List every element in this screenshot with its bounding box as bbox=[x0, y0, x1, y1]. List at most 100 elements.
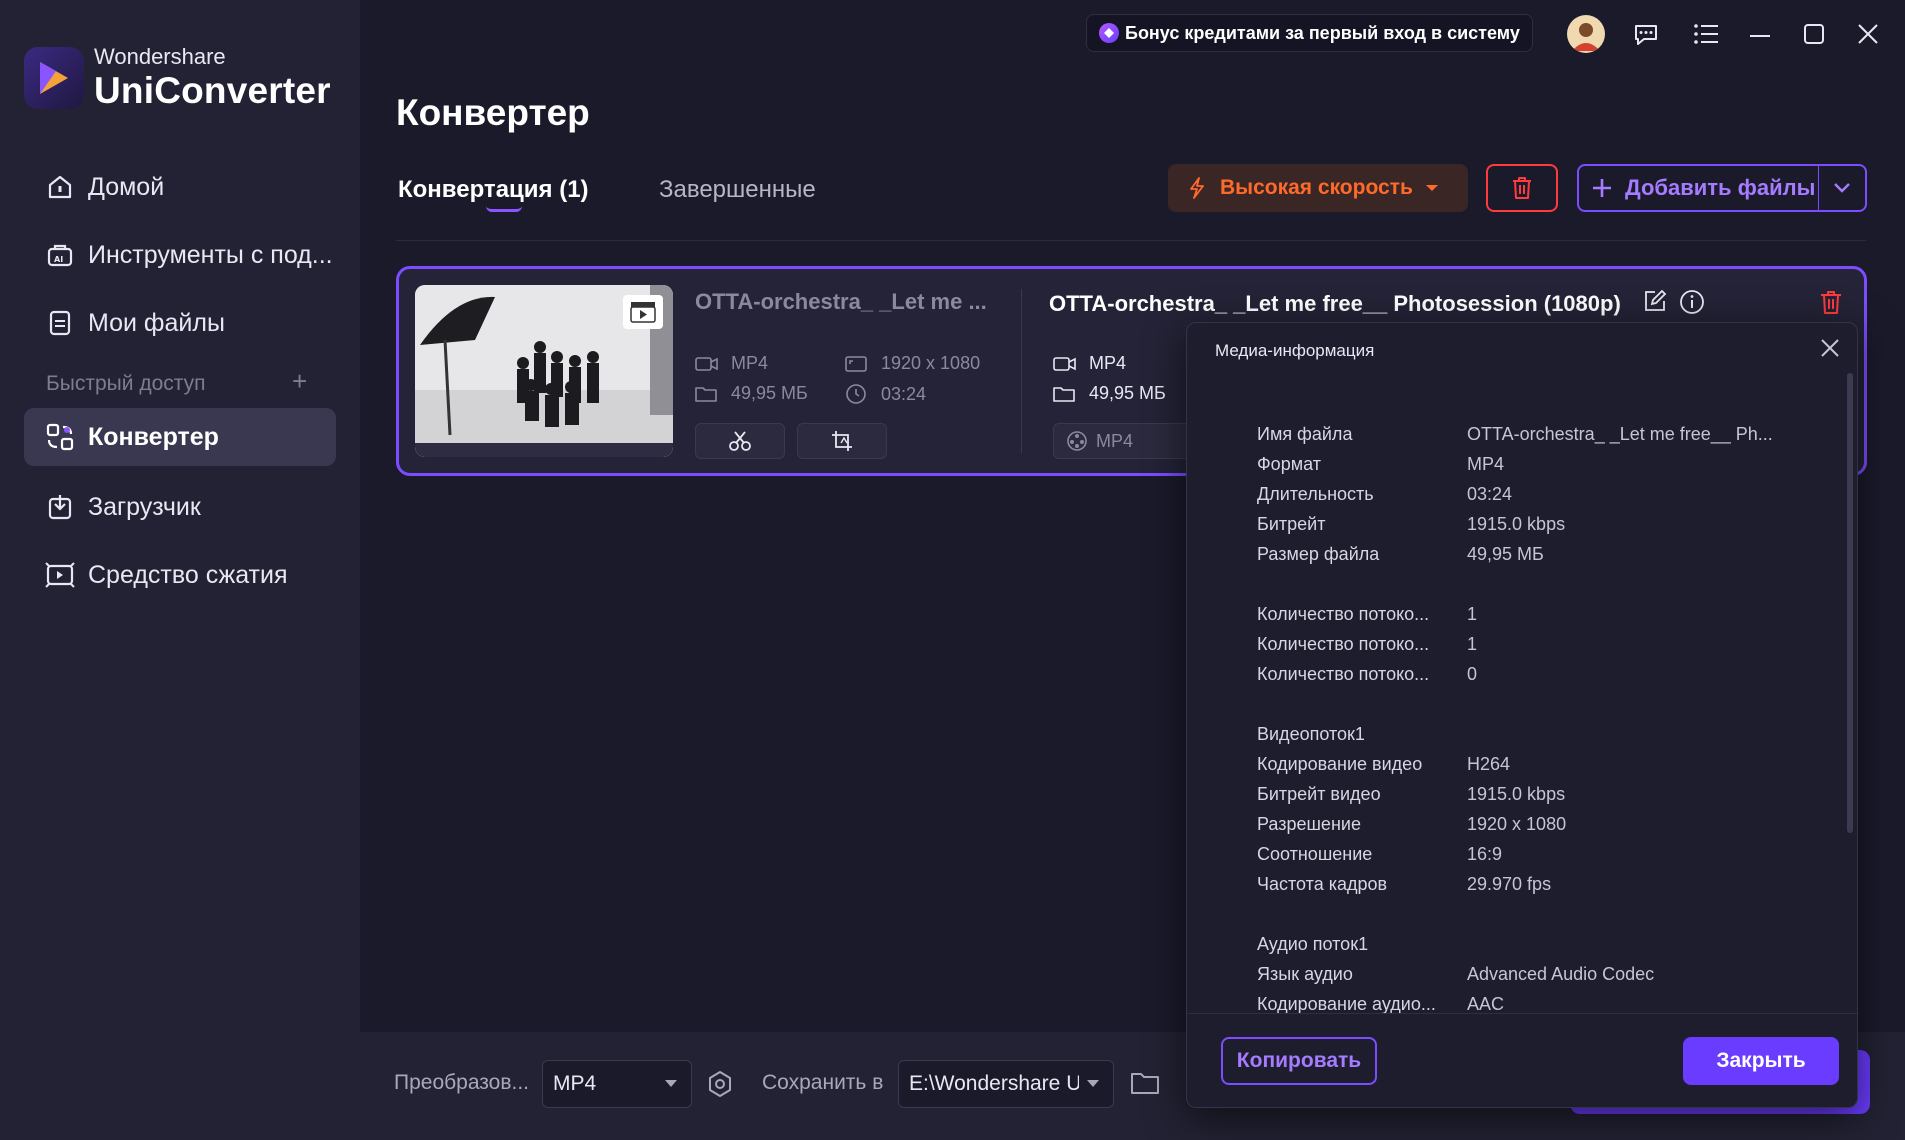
bonus-banner[interactable]: Бонус кредитами за первый вход в систему bbox=[1086, 14, 1533, 52]
sidebar-item-label: Инструменты с под... bbox=[88, 240, 333, 269]
bonus-icon bbox=[1099, 23, 1119, 43]
clock-icon bbox=[845, 383, 871, 405]
converter-icon bbox=[44, 421, 76, 453]
lightning-icon bbox=[1188, 177, 1206, 199]
sidebar-item-compressor[interactable]: Средство сжатия bbox=[24, 546, 336, 604]
info-key: Количество потоко... bbox=[1257, 603, 1430, 624]
save-location-select[interactable]: E:\Wondershare U bbox=[898, 1060, 1114, 1108]
sidebar-item-converter[interactable]: Конвертер bbox=[24, 408, 336, 466]
menu-button[interactable] bbox=[1686, 14, 1726, 54]
folder-icon bbox=[695, 385, 721, 403]
open-folder-button[interactable] bbox=[1130, 1070, 1160, 1096]
close-icon bbox=[1820, 338, 1840, 358]
delete-all-button[interactable] bbox=[1486, 164, 1558, 212]
video-thumbnail[interactable] bbox=[415, 285, 673, 457]
home-icon bbox=[44, 171, 76, 203]
feedback-button[interactable] bbox=[1626, 14, 1666, 54]
quick-access-add-button[interactable]: + bbox=[292, 366, 307, 397]
info-row: Кодирование видео H264 bbox=[1257, 749, 1797, 779]
media-info-dialog: Медиа-информация Имя файла OTTA-orchestra… bbox=[1186, 322, 1858, 1108]
info-row: Соотношение 16:9 bbox=[1257, 839, 1797, 869]
media-info-list: Имя файла OTTA-orchestra_ _Let me free__ … bbox=[1257, 419, 1797, 1014]
scissors-icon bbox=[728, 430, 752, 452]
output-format-selector[interactable]: MP4 bbox=[1053, 423, 1193, 459]
sidebar-item-label: Загрузчик bbox=[88, 492, 201, 521]
brand-top: Wondershare bbox=[94, 44, 226, 69]
info-value: 0 bbox=[1467, 663, 1478, 684]
info-value: 1 bbox=[1467, 633, 1478, 654]
maximize-button[interactable] bbox=[1794, 14, 1834, 54]
copy-button[interactable]: Копировать bbox=[1221, 1037, 1377, 1085]
uniconverter-logo-icon bbox=[24, 46, 84, 109]
play-preview-icon[interactable] bbox=[623, 295, 663, 329]
resolution-icon bbox=[845, 355, 871, 373]
remove-file-button[interactable] bbox=[1819, 289, 1843, 315]
folder-icon bbox=[1130, 1070, 1160, 1096]
info-key: Количество потоко... bbox=[1257, 663, 1430, 684]
sidebar-item-ai-tools[interactable]: AI Инструменты с под... bbox=[24, 226, 336, 284]
quick-access-label: Быстрый доступ bbox=[46, 372, 206, 395]
info-value: 1915.0 kbps bbox=[1467, 513, 1566, 534]
convert-format-select[interactable]: MP4 bbox=[542, 1060, 692, 1108]
info-key: Язык аудио bbox=[1257, 963, 1353, 984]
info-value: 1915.0 kbps bbox=[1467, 783, 1566, 804]
bonus-text: Бонус кредитами за первый вход в систему bbox=[1125, 22, 1520, 43]
close-window-button[interactable] bbox=[1848, 14, 1888, 54]
download-icon bbox=[44, 491, 76, 523]
target-file-name: OTTA-orchestra_ _Let me free__ Photosess… bbox=[1049, 291, 1621, 316]
tab-converting[interactable]: Конвертация (1) bbox=[398, 176, 589, 204]
chat-icon bbox=[1632, 20, 1660, 48]
target-format: MP4 bbox=[1053, 353, 1126, 374]
high-speed-button[interactable]: Высокая скорость bbox=[1168, 164, 1468, 212]
source-format: MP4 bbox=[695, 353, 768, 374]
info-row: Битрейт видео 1915.0 kbps bbox=[1257, 779, 1797, 809]
video-icon bbox=[695, 356, 721, 372]
sidebar-item-label: Мои файлы bbox=[88, 308, 225, 337]
target-size: 49,95 МБ bbox=[1053, 383, 1166, 404]
info-value: 1 bbox=[1467, 603, 1478, 624]
info-key: Формат bbox=[1257, 453, 1321, 474]
close-button[interactable]: Закрыть bbox=[1683, 1037, 1839, 1085]
info-key: Видеопоток1 bbox=[1257, 723, 1365, 744]
sidebar-item-home[interactable]: Домой bbox=[24, 158, 336, 216]
info-key: Частота кадров bbox=[1257, 873, 1388, 894]
page-title: Конвертер bbox=[396, 92, 590, 133]
info-key: Длительность bbox=[1257, 483, 1374, 504]
svg-text:AI: AI bbox=[54, 255, 63, 264]
info-key: Размер файла bbox=[1257, 543, 1380, 564]
info-row: Имя файла OTTA-orchestra_ _Let me free__ … bbox=[1257, 419, 1797, 449]
edit-name-icon[interactable] bbox=[1643, 289, 1667, 315]
source-duration: 03:24 bbox=[845, 383, 926, 405]
save-to-label: Сохранить в bbox=[762, 1071, 884, 1094]
header-divider bbox=[396, 240, 1866, 241]
dialog-title: Медиа-информация bbox=[1215, 341, 1375, 360]
account-avatar-button[interactable] bbox=[1566, 14, 1606, 54]
add-files-dropdown-button[interactable] bbox=[1819, 182, 1865, 194]
info-row: Количество потоко... 1 bbox=[1257, 599, 1797, 629]
maximize-icon bbox=[1802, 22, 1826, 46]
info-row: Количество потоко... 0 bbox=[1257, 659, 1797, 689]
info-value: H264 bbox=[1467, 753, 1511, 774]
info-icon[interactable] bbox=[1679, 289, 1705, 315]
dialog-scrollbar[interactable] bbox=[1847, 373, 1853, 833]
brand-name: UniConverter bbox=[94, 70, 331, 111]
minimize-icon bbox=[1748, 22, 1772, 46]
minimize-button[interactable] bbox=[1740, 14, 1780, 54]
dialog-close-button[interactable] bbox=[1815, 333, 1845, 363]
trash-icon bbox=[1819, 289, 1843, 315]
settings-gear-button[interactable] bbox=[706, 1070, 734, 1098]
chevron-down-icon bbox=[1087, 1080, 1099, 1087]
ai-tools-icon: AI bbox=[44, 239, 76, 271]
source-resolution: 1920 x 1080 bbox=[845, 353, 980, 374]
info-key: Битрейт видео bbox=[1257, 783, 1381, 804]
sidebar-item-downloader[interactable]: Загрузчик bbox=[24, 478, 336, 536]
crop-icon bbox=[831, 430, 853, 452]
tab-finished[interactable]: Завершенные bbox=[659, 176, 816, 204]
add-files-button[interactable]: Добавить файлы bbox=[1577, 164, 1867, 212]
sidebar-item-my-files[interactable]: Мои файлы bbox=[24, 294, 336, 352]
crop-button[interactable] bbox=[797, 423, 887, 459]
add-files-label: Добавить файлы bbox=[1625, 175, 1816, 200]
info-row: Аудио поток1 bbox=[1257, 929, 1797, 959]
trim-button[interactable] bbox=[695, 423, 785, 459]
menu-icon bbox=[1693, 22, 1719, 46]
